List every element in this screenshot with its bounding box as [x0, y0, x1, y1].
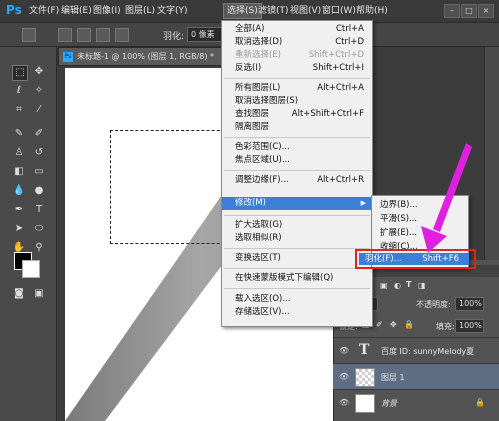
marquee-tool-icon[interactable]: ⬚ — [12, 65, 28, 81]
brush-tool-icon[interactable]: ✐ — [32, 127, 46, 141]
layer-thumbnail — [355, 368, 375, 387]
close-icon[interactable]: × — [478, 4, 494, 18]
menu-item-inverse[interactable]: 反选(I) Shift+Ctrl+I — [222, 62, 372, 75]
type-tool-icon[interactable]: T — [32, 203, 46, 217]
eyedropper-icon[interactable]: ⁄ — [32, 103, 46, 117]
lock-icon: 🔒 — [475, 398, 485, 407]
menu-separator — [224, 78, 370, 79]
background-color-swatch[interactable] — [22, 260, 40, 278]
menu-image[interactable]: 图像(I) — [90, 4, 124, 18]
menu-item-modify[interactable]: 修改(M) ▶ — [222, 197, 372, 210]
feather-label: 羽化: — [163, 32, 185, 42]
menu-separator — [224, 288, 370, 289]
menu-item-save-selection[interactable]: 存储选区(V)... — [222, 306, 372, 319]
visibility-eye-icon[interactable]: 👁 — [339, 372, 349, 381]
marquee-preset-icon[interactable] — [22, 28, 36, 42]
document-icon: Ps — [63, 51, 73, 62]
eraser-tool-icon[interactable]: ◧ — [12, 165, 26, 179]
shape-tool-icon[interactable]: ⬭ — [32, 222, 46, 236]
feather-highlight-box — [355, 249, 476, 269]
gradient-tool-icon[interactable]: ▭ — [32, 165, 46, 179]
maximize-icon[interactable]: □ — [461, 4, 477, 18]
fill-input[interactable]: 100% — [455, 319, 484, 333]
fill-label: 填充: — [436, 322, 455, 331]
menu-item-all-layers[interactable]: 所有图层(L) Alt+Ctrl+A — [222, 82, 372, 95]
healing-brush-icon[interactable]: ✎ — [12, 127, 26, 141]
submenu-arrow-icon: ▶ — [360, 199, 366, 207]
adjust-filter-icon[interactable]: ◐ — [394, 281, 401, 290]
menu-item-isolate-layers[interactable]: 隔离图层 — [222, 121, 372, 134]
lock-paint-icon[interactable]: ✐ — [376, 320, 383, 329]
subtract-selection-icon[interactable] — [96, 28, 110, 42]
new-selection-icon[interactable] — [58, 28, 72, 42]
magic-wand-icon[interactable]: ✧ — [32, 84, 46, 98]
lock-position-icon[interactable]: ✥ — [390, 320, 397, 329]
submenu-item-expand[interactable]: 扩展(E)... — [372, 227, 468, 240]
path-select-icon[interactable]: ➤ — [12, 222, 26, 236]
menu-file[interactable]: 文件(F) — [26, 4, 62, 18]
screen-mode-icon[interactable]: ▣ — [32, 287, 46, 301]
menu-item-load-selection[interactable]: 载入选区(O)... — [222, 293, 372, 306]
tools-panel: ⬚ ✥ ℓ ✧ ⌗ ⁄ ✎ ✐ ♙ ↺ ◧ ▭ 💧 ● ✒ T ➤ ⬭ ✋ ⚲ … — [0, 47, 57, 421]
menu-layer[interactable]: 图层(L) — [122, 4, 158, 18]
layer-name: 百度 ID: sunnyMelody夏 — [381, 347, 475, 356]
lasso-tool-icon[interactable]: ℓ — [12, 84, 26, 98]
menu-item-find-layers[interactable]: 查找图层 Alt+Shift+Ctrl+F — [222, 108, 372, 121]
menu-item-deselect[interactable]: 取消选择(D) Ctrl+D — [222, 36, 372, 49]
menu-help[interactable]: 帮助(H) — [353, 4, 391, 18]
text-filter-icon[interactable]: T — [406, 280, 411, 289]
collapsed-panels-strip — [484, 47, 499, 260]
menu-separator — [224, 137, 370, 138]
menu-item-quick-mask[interactable]: 在快速蒙版模式下编辑(Q) — [222, 272, 372, 285]
select-menu-dropdown: 全部(A) Ctrl+A 取消选择(D) Ctrl+D 重新选择(E) Shift+C… — [221, 20, 373, 327]
minimize-icon[interactable]: – — [444, 4, 460, 18]
clone-stamp-icon[interactable]: ♙ — [12, 146, 26, 160]
opacity-label: 不透明度: — [416, 300, 451, 309]
layer-thumbnail — [355, 394, 375, 413]
move-tool-icon[interactable]: ✥ — [32, 65, 46, 79]
history-brush-icon[interactable]: ↺ — [32, 146, 46, 160]
menu-separator — [224, 248, 370, 249]
submenu-item-smooth[interactable]: 平滑(S)... — [372, 213, 468, 226]
menu-item-reselect: 重新选择(E) Shift+Ctrl+D — [235, 50, 364, 60]
zoom-tool-icon[interactable]: ⚲ — [32, 241, 46, 255]
menu-separator — [224, 170, 370, 171]
blur-tool-icon[interactable]: 💧 — [12, 184, 26, 198]
document-title: 未标题-1 @ 100% (图层 1, RGB/8) * — [77, 52, 215, 61]
menu-type[interactable]: 文字(Y) — [154, 4, 191, 18]
crop-tool-icon[interactable]: ⌗ — [12, 103, 26, 117]
menu-separator — [224, 215, 370, 216]
text-layer-icon: T — [359, 342, 370, 358]
menu-item-color-range[interactable]: 色彩范围(C)... — [222, 141, 372, 154]
visibility-eye-icon[interactable]: 👁 — [339, 398, 349, 407]
photoshop-window: Ps 文件(F) 编辑(E) 图像(I) 图层(L) 文字(Y) 选择(S) 滤… — [0, 0, 499, 421]
intersect-selection-icon[interactable] — [115, 28, 129, 42]
menu-item-refine-edge[interactable]: 调整边缘(F)... Alt+Ctrl+R — [222, 174, 372, 187]
photoshop-logo: Ps — [6, 3, 22, 17]
opacity-input[interactable]: 100% — [455, 297, 484, 311]
document-tab[interactable]: Ps 未标题-1 @ 100% (图层 1, RGB/8) * — [58, 47, 230, 66]
layer-row[interactable]: 👁 T 百度 ID: sunnyMelody夏 — [333, 337, 499, 364]
menu-item-focus-area[interactable]: 焦点区域(U)... — [222, 154, 372, 167]
menu-item-all[interactable]: 全部(A) Ctrl+A — [222, 23, 372, 36]
dodge-tool-icon[interactable]: ● — [32, 184, 46, 198]
submenu-item-border[interactable]: 边界(B)... — [372, 199, 468, 212]
layer-name: 背景 — [381, 399, 397, 408]
quick-mask-icon[interactable]: ◙ — [12, 287, 26, 301]
menu-item-similar[interactable]: 选取相似(R) — [222, 232, 372, 245]
menu-item-transform-selection[interactable]: 变换选区(T) — [222, 252, 372, 265]
visibility-eye-icon[interactable]: 👁 — [339, 346, 349, 355]
menu-item-deselect-layers[interactable]: 取消选择图层(S) — [222, 95, 372, 108]
image-filter-icon[interactable]: ▣ — [380, 281, 388, 290]
layer-row-selected[interactable]: 👁 图层 1 — [333, 363, 499, 390]
menu-item-grow[interactable]: 扩大选取(G) — [222, 219, 372, 232]
shape-filter-icon[interactable]: ◨ — [418, 281, 426, 290]
layer-row[interactable]: 👁 背景 🔒 — [333, 389, 499, 416]
lock-all-icon[interactable]: 🔒 — [404, 320, 414, 329]
layer-name: 图层 1 — [381, 373, 405, 382]
menu-separator — [224, 268, 370, 269]
pen-tool-icon[interactable]: ✒ — [12, 203, 26, 217]
add-selection-icon[interactable] — [77, 28, 91, 42]
